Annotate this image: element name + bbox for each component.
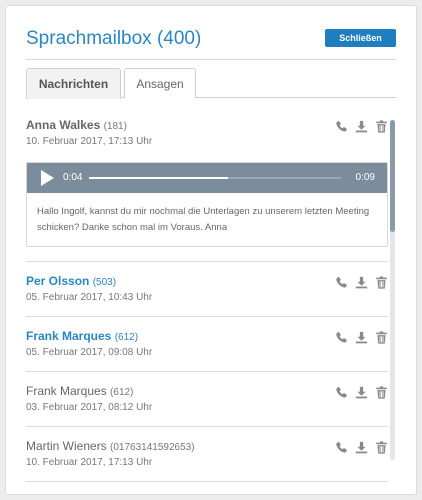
caller-name-text: Anna Walkes <box>26 118 101 132</box>
page-title: Sprachmailbox (400) <box>26 28 202 49</box>
progress-track[interactable] <box>89 177 341 179</box>
caller-extension: (612) <box>110 387 134 398</box>
phone-icon[interactable] <box>335 331 348 344</box>
download-icon[interactable] <box>355 441 368 454</box>
caller-extension: (612) <box>114 332 139 343</box>
tab-announcements[interactable]: Ansagen <box>124 68 196 98</box>
caller-name-text: Frank Marques <box>26 329 112 343</box>
caller-name: Frank Marques (612) <box>26 329 138 343</box>
row-actions <box>335 331 388 344</box>
download-icon[interactable] <box>355 120 368 133</box>
total-time: 0:09 <box>355 172 375 183</box>
row-actions <box>335 386 388 399</box>
close-button[interactable]: Schließen <box>325 29 396 47</box>
message-row[interactable]: Martin Wieners (01763141592653) 10. Febr… <box>26 427 388 482</box>
tab-bar: Nachrichten Ansagen <box>26 68 396 99</box>
panel-header: Sprachmailbox (400) Schließen <box>26 6 396 60</box>
row-actions <box>335 120 388 133</box>
message-row[interactable]: Per Olsson (503) 05. Februar 2017, 10:43… <box>26 262 388 317</box>
caller-name: Martin Wieners (01763141592653) <box>26 439 195 453</box>
trash-icon[interactable] <box>375 120 388 133</box>
tab-messages[interactable]: Nachrichten <box>26 68 121 99</box>
caller-name-text: Martin Wieners <box>26 439 107 453</box>
caller-name-text: Per Olsson <box>26 274 90 288</box>
phone-icon[interactable] <box>335 386 348 399</box>
message-list: Anna Walkes (181) 10. Februar 2017, 17:1… <box>26 106 388 482</box>
trash-icon[interactable] <box>375 331 388 344</box>
message-row[interactable]: Anna Walkes (181) 10. Februar 2017, 17:1… <box>26 106 388 262</box>
trash-icon[interactable] <box>375 441 388 454</box>
progress-fill <box>89 177 228 179</box>
row-actions <box>335 276 388 289</box>
message-date: 03. Februar 2017, 08:12 Uhr <box>26 402 153 413</box>
message-row[interactable]: Frank Marques (612) 03. Februar 2017, 08… <box>26 372 388 427</box>
caller-name: Anna Walkes (181) <box>26 118 127 132</box>
message-date: 10. Februar 2017, 17:13 Uhr <box>26 136 153 147</box>
message-text: Hallo Ingolf, kannst du mir nochmal die … <box>37 206 370 233</box>
scrollbar-thumb[interactable] <box>390 120 395 232</box>
phone-icon[interactable] <box>335 120 348 133</box>
row-actions <box>335 441 388 454</box>
caller-extension: (01763141592653) <box>110 442 195 453</box>
caller-name: Frank Marques (612) <box>26 384 133 398</box>
caller-extension: (181) <box>103 121 127 132</box>
phone-icon[interactable] <box>335 276 348 289</box>
voicemail-panel: Sprachmailbox (400) Schließen Nachrichte… <box>5 5 417 495</box>
caller-name-text: Frank Marques <box>26 384 107 398</box>
download-icon[interactable] <box>355 386 368 399</box>
download-icon[interactable] <box>355 276 368 289</box>
audio-player: 0:04 0:09 <box>27 163 387 193</box>
play-icon[interactable] <box>41 170 54 186</box>
message-date: 10. Februar 2017, 17:13 Uhr <box>26 457 153 468</box>
trash-icon[interactable] <box>375 276 388 289</box>
download-icon[interactable] <box>355 331 368 344</box>
scrollbar[interactable] <box>390 120 395 460</box>
caller-name: Per Olsson (503) <box>26 274 116 288</box>
message-detail: 0:04 0:09 Hallo Ingolf, kannst du mir no… <box>26 162 388 247</box>
trash-icon[interactable] <box>375 386 388 399</box>
message-date: 05. Februar 2017, 10:43 Uhr <box>26 292 153 303</box>
current-time: 0:04 <box>63 172 83 183</box>
message-date: 05. Februar 2017, 09:08 Uhr <box>26 347 153 358</box>
caller-extension: (503) <box>92 277 117 288</box>
message-row[interactable]: Frank Marques (612) 05. Februar 2017, 09… <box>26 317 388 372</box>
phone-icon[interactable] <box>335 441 348 454</box>
